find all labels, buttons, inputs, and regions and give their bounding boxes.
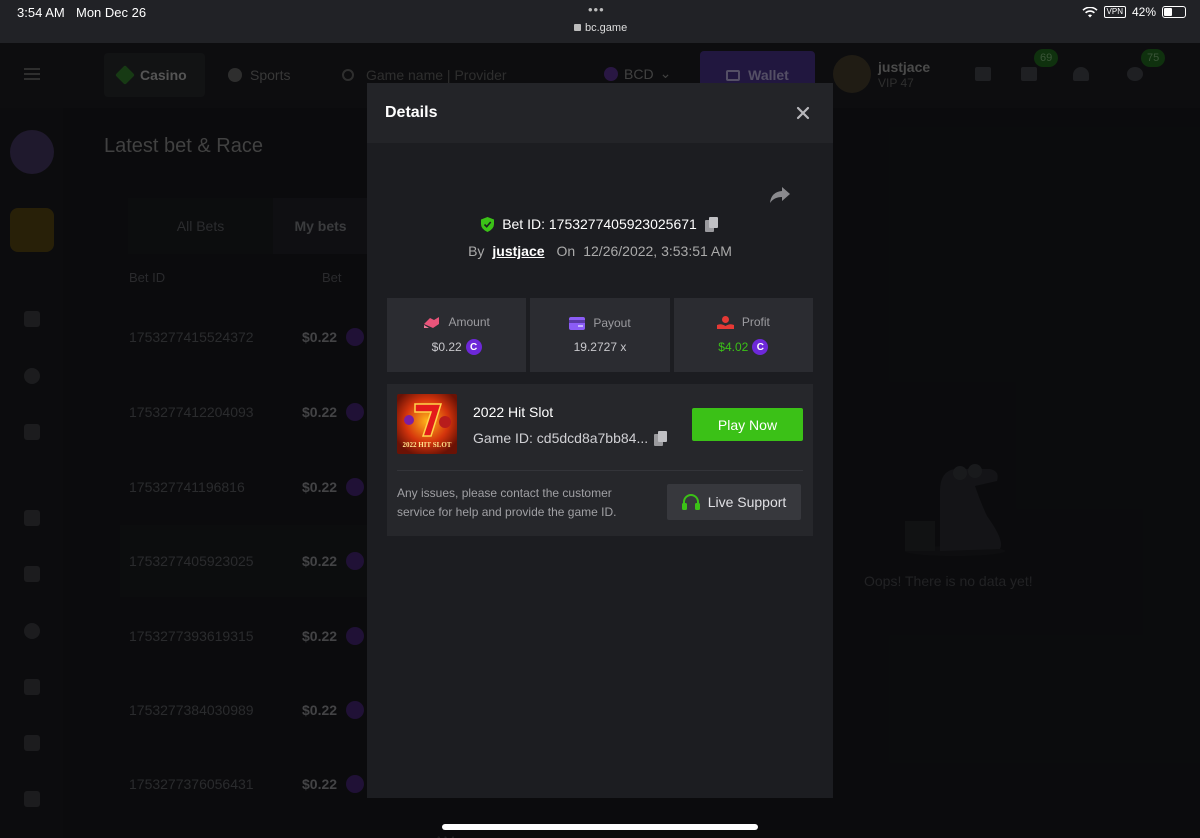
modal-header: Details <box>367 83 833 143</box>
live-support-label: Live Support <box>707 494 787 510</box>
payout-icon <box>569 316 586 330</box>
stat-payout: Payout 19.2727 x <box>530 298 670 372</box>
url-text: bc.game <box>585 22 628 34</box>
game-id-text: Game ID: cd5dcd8a7bb84... <box>473 430 649 446</box>
wifi-icon <box>1081 6 1098 17</box>
bet-id-text: Bet ID: 1753277405923025671 <box>502 216 697 232</box>
status-bar: 3:54 AM Mon Dec 26 ••• bc.game VPN 42% <box>0 0 1200 43</box>
battery-percent: 42% <box>1131 5 1156 19</box>
lock-icon <box>574 24 581 31</box>
game-name: 2022 Hit Slot <box>473 404 554 420</box>
bet-username-link[interactable]: justjace <box>492 243 544 259</box>
amount-icon <box>424 316 440 328</box>
status-date: Mon Dec 26 <box>76 5 147 20</box>
bet-meta-line: By justjace On 12/26/2022, 3:53:51 AM <box>367 243 833 259</box>
support-text: Any issues, please contact the customer … <box>397 486 617 519</box>
browser-menu-dots[interactable]: ••• <box>588 2 605 17</box>
on-label: On <box>556 243 576 259</box>
game-thumb-title: 2022 HIT SLOT <box>403 441 452 449</box>
vpn-badge: VPN <box>1103 6 1126 18</box>
play-now-button[interactable]: Play Now <box>692 408 803 441</box>
game-thumbnail[interactable]: 2022 HIT SLOT <box>397 394 457 454</box>
copy-icon[interactable] <box>704 216 719 232</box>
share-icon[interactable] <box>769 186 791 204</box>
live-support-button[interactable]: Live Support <box>667 484 801 520</box>
copy-icon[interactable] <box>654 430 668 446</box>
by-label: By <box>468 243 485 259</box>
details-modal: Details Bet ID: 1753277405923025671 By j… <box>367 83 833 798</box>
divider <box>397 470 803 471</box>
payout-value: 19.2727 x <box>573 340 627 354</box>
payout-label: Payout <box>593 316 631 330</box>
bet-id-line: Bet ID: 1753277405923025671 <box>367 216 833 232</box>
game-card: 2022 HIT SLOT 2022 Hit Slot Game ID: cd5… <box>387 384 813 536</box>
coin-icon: C <box>752 339 769 355</box>
profit-value: $4.02 <box>718 340 749 354</box>
modal-title: Details <box>385 104 438 121</box>
amount-label: Amount <box>448 315 490 329</box>
coin-icon: C <box>465 339 482 355</box>
bet-datetime: 12/26/2022, 3:53:51 AM <box>583 243 732 259</box>
profit-label: Profit <box>741 315 770 329</box>
status-right: VPN 42% <box>1081 5 1186 19</box>
battery-fill <box>1164 8 1172 16</box>
home-indicator[interactable] <box>442 824 758 830</box>
bet-stats: Amount $0.22 C Payout 19.2727 x Profit $… <box>387 298 813 372</box>
battery-icon <box>1162 6 1186 18</box>
game-id-row: Game ID: cd5dcd8a7bb84... <box>473 430 668 446</box>
shield-icon <box>481 216 495 232</box>
stat-amount: Amount $0.22 C <box>387 298 527 372</box>
status-time: 3:54 AM <box>17 5 65 20</box>
profit-icon <box>716 315 734 329</box>
browser-url[interactable]: bc.game <box>574 22 627 34</box>
amount-value: $0.22 <box>431 340 462 354</box>
headset-icon <box>681 494 700 510</box>
close-icon[interactable] <box>795 105 811 121</box>
stat-profit: Profit $4.02 C <box>673 298 813 372</box>
